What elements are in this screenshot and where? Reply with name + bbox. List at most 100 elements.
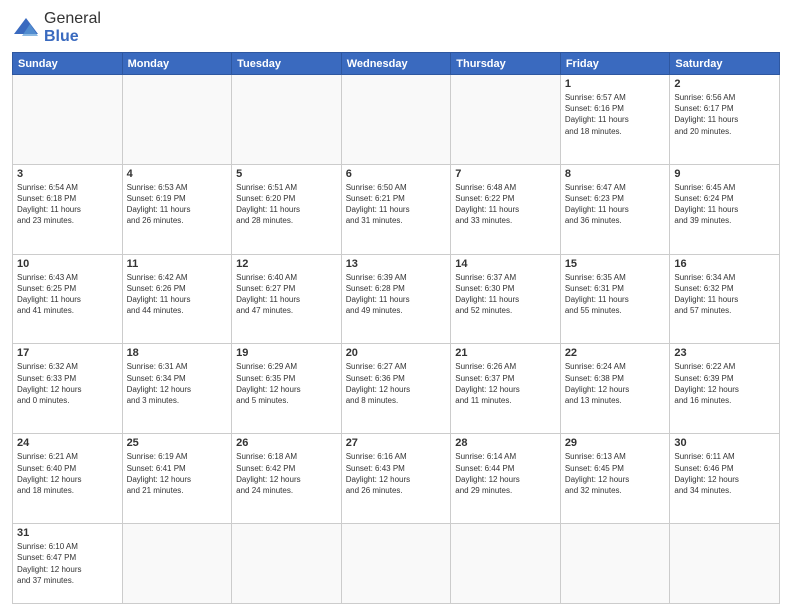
day-number: 11 <box>127 258 228 270</box>
day-number: 6 <box>346 168 447 180</box>
day-number: 15 <box>565 258 666 270</box>
table-row <box>13 75 123 165</box>
day-info: Sunrise: 6:32 AM Sunset: 6:33 PM Dayligh… <box>17 361 118 406</box>
table-row: 3Sunrise: 6:54 AM Sunset: 6:18 PM Daylig… <box>13 164 123 254</box>
table-row <box>451 75 561 165</box>
day-number: 19 <box>236 347 337 359</box>
day-info: Sunrise: 6:45 AM Sunset: 6:24 PM Dayligh… <box>674 182 775 227</box>
day-number: 3 <box>17 168 118 180</box>
day-info: Sunrise: 6:29 AM Sunset: 6:35 PM Dayligh… <box>236 361 337 406</box>
day-info: Sunrise: 6:19 AM Sunset: 6:41 PM Dayligh… <box>127 451 228 496</box>
table-row: 11 Sunrise: 6:42 AM Sunset: 6:26 PM Dayli… <box>122 254 232 344</box>
col-tuesday: Tuesday <box>232 53 342 75</box>
day-number: 21 <box>455 347 556 359</box>
day-info: Sunrise: 6:21 AM Sunset: 6:40 PM Dayligh… <box>17 451 118 496</box>
col-thursday: Thursday <box>451 53 561 75</box>
table-row: 26 Sunrise: 6:18 AM Sunset: 6:42 PM Dayli… <box>232 434 342 524</box>
table-row: 7 Sunrise: 6:48 AM Sunset: 6:22 PM Daylig… <box>451 164 561 254</box>
day-number: 26 <box>236 437 337 449</box>
day-info: Sunrise: 6:31 AM Sunset: 6:34 PM Dayligh… <box>127 361 228 406</box>
day-number: 14 <box>455 258 556 270</box>
day-info: Sunrise: 6:35 AM Sunset: 6:31 PM Dayligh… <box>565 272 666 317</box>
day-info: Sunrise: 6:57 AM Sunset: 6:16 PM Dayligh… <box>565 92 666 137</box>
table-row: 1Sunrise: 6:57 AM Sunset: 6:16 PM Daylig… <box>560 75 670 165</box>
table-row <box>122 75 232 165</box>
col-friday: Friday <box>560 53 670 75</box>
day-number: 23 <box>674 347 775 359</box>
day-number: 20 <box>346 347 447 359</box>
day-info: Sunrise: 6:14 AM Sunset: 6:44 PM Dayligh… <box>455 451 556 496</box>
day-number: 16 <box>674 258 775 270</box>
day-number: 9 <box>674 168 775 180</box>
table-row: 5 Sunrise: 6:51 AM Sunset: 6:20 PM Daylig… <box>232 164 342 254</box>
table-row: 8Sunrise: 6:47 AM Sunset: 6:23 PM Daylig… <box>560 164 670 254</box>
day-info: Sunrise: 6:47 AM Sunset: 6:23 PM Dayligh… <box>565 182 666 227</box>
logo-text: General Blue <box>44 10 101 46</box>
day-info: Sunrise: 6:13 AM Sunset: 6:45 PM Dayligh… <box>565 451 666 496</box>
table-row: 16 Sunrise: 6:34 AM Sunset: 6:32 PM Dayli… <box>670 254 780 344</box>
table-row: 23 Sunrise: 6:22 AM Sunset: 6:39 PM Dayli… <box>670 344 780 434</box>
day-info: Sunrise: 6:42 AM Sunset: 6:26 PM Dayligh… <box>127 272 228 317</box>
day-info: Sunrise: 6:56 AM Sunset: 6:17 PM Dayligh… <box>674 92 775 137</box>
table-row: 6 Sunrise: 6:50 AM Sunset: 6:21 PM Daylig… <box>341 164 451 254</box>
table-row: 20 Sunrise: 6:27 AM Sunset: 6:36 PM Dayli… <box>341 344 451 434</box>
col-saturday: Saturday <box>670 53 780 75</box>
table-row: 10Sunrise: 6:43 AM Sunset: 6:25 PM Dayli… <box>13 254 123 344</box>
day-info: Sunrise: 6:22 AM Sunset: 6:39 PM Dayligh… <box>674 361 775 406</box>
day-info: Sunrise: 6:24 AM Sunset: 6:38 PM Dayligh… <box>565 361 666 406</box>
table-row: 2 Sunrise: 6:56 AM Sunset: 6:17 PM Daylig… <box>670 75 780 165</box>
table-row <box>232 75 342 165</box>
day-number: 31 <box>17 527 118 539</box>
table-row: 14Sunrise: 6:37 AM Sunset: 6:30 PM Dayli… <box>451 254 561 344</box>
table-row <box>451 524 561 604</box>
calendar-week-row: 17 Sunrise: 6:32 AM Sunset: 6:33 PM Dayli… <box>13 344 780 434</box>
day-number: 7 <box>455 168 556 180</box>
table-row <box>232 524 342 604</box>
day-info: Sunrise: 6:11 AM Sunset: 6:46 PM Dayligh… <box>674 451 775 496</box>
table-row: 17 Sunrise: 6:32 AM Sunset: 6:33 PM Dayli… <box>13 344 123 434</box>
table-row: 30 Sunrise: 6:11 AM Sunset: 6:46 PM Dayli… <box>670 434 780 524</box>
table-row <box>560 524 670 604</box>
day-number: 28 <box>455 437 556 449</box>
day-info: Sunrise: 6:16 AM Sunset: 6:43 PM Dayligh… <box>346 451 447 496</box>
day-info: Sunrise: 6:53 AM Sunset: 6:19 PM Dayligh… <box>127 182 228 227</box>
logo-icon <box>12 14 40 42</box>
day-number: 24 <box>17 437 118 449</box>
table-row: 27 Sunrise: 6:16 AM Sunset: 6:43 PM Dayli… <box>341 434 451 524</box>
day-info: Sunrise: 6:27 AM Sunset: 6:36 PM Dayligh… <box>346 361 447 406</box>
day-info: Sunrise: 6:51 AM Sunset: 6:20 PM Dayligh… <box>236 182 337 227</box>
calendar-week-row: 3Sunrise: 6:54 AM Sunset: 6:18 PM Daylig… <box>13 164 780 254</box>
day-number: 5 <box>236 168 337 180</box>
table-row: 15 Sunrise: 6:35 AM Sunset: 6:31 PM Dayli… <box>560 254 670 344</box>
col-wednesday: Wednesday <box>341 53 451 75</box>
day-info: Sunrise: 6:10 AM Sunset: 6:47 PM Dayligh… <box>17 541 118 586</box>
day-number: 13 <box>346 258 447 270</box>
calendar-header-row: Sunday Monday Tuesday Wednesday Thursday… <box>13 53 780 75</box>
day-number: 17 <box>17 347 118 359</box>
day-number: 4 <box>127 168 228 180</box>
day-number: 27 <box>346 437 447 449</box>
day-number: 30 <box>674 437 775 449</box>
day-info: Sunrise: 6:34 AM Sunset: 6:32 PM Dayligh… <box>674 272 775 317</box>
day-info: Sunrise: 6:48 AM Sunset: 6:22 PM Dayligh… <box>455 182 556 227</box>
day-number: 2 <box>674 78 775 90</box>
table-row: 22 Sunrise: 6:24 AM Sunset: 6:38 PM Dayli… <box>560 344 670 434</box>
table-row: 12Sunrise: 6:40 AM Sunset: 6:27 PM Dayli… <box>232 254 342 344</box>
col-monday: Monday <box>122 53 232 75</box>
table-row: 9 Sunrise: 6:45 AM Sunset: 6:24 PM Daylig… <box>670 164 780 254</box>
calendar-table: Sunday Monday Tuesday Wednesday Thursday… <box>12 52 780 604</box>
day-number: 22 <box>565 347 666 359</box>
day-number: 10 <box>17 258 118 270</box>
day-number: 29 <box>565 437 666 449</box>
header: General Blue <box>12 10 780 46</box>
day-info: Sunrise: 6:39 AM Sunset: 6:28 PM Dayligh… <box>346 272 447 317</box>
calendar-week-row: 1Sunrise: 6:57 AM Sunset: 6:16 PM Daylig… <box>13 75 780 165</box>
table-row: 21Sunrise: 6:26 AM Sunset: 6:37 PM Dayli… <box>451 344 561 434</box>
day-info: Sunrise: 6:50 AM Sunset: 6:21 PM Dayligh… <box>346 182 447 227</box>
table-row: 18 Sunrise: 6:31 AM Sunset: 6:34 PM Dayli… <box>122 344 232 434</box>
table-row <box>341 524 451 604</box>
day-info: Sunrise: 6:18 AM Sunset: 6:42 PM Dayligh… <box>236 451 337 496</box>
table-row: 19 Sunrise: 6:29 AM Sunset: 6:35 PM Dayli… <box>232 344 342 434</box>
day-number: 18 <box>127 347 228 359</box>
table-row <box>341 75 451 165</box>
